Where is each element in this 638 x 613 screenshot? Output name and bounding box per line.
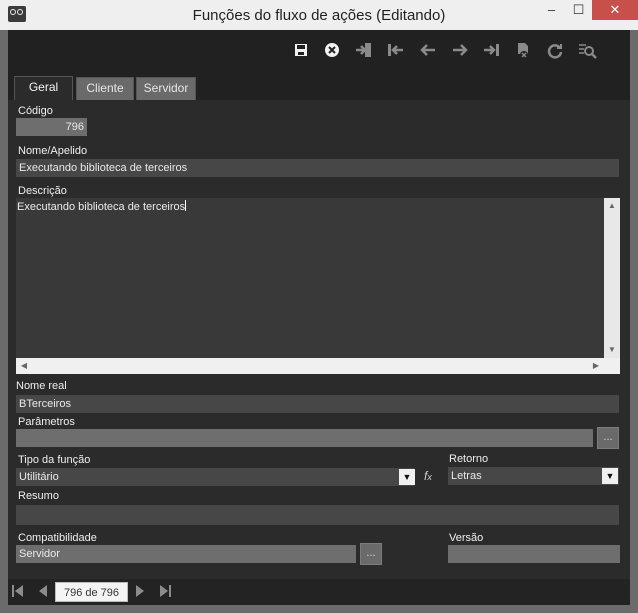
descricao-text: Executando biblioteca de terceiros	[17, 201, 186, 213]
nav-next-icon[interactable]	[132, 584, 148, 600]
tipo-funcao-dropdown-icon[interactable]: ▼	[399, 469, 415, 485]
scroll-down-icon[interactable]: ▼	[604, 342, 620, 358]
refresh-icon[interactable]	[545, 42, 565, 62]
title-bar: Funções do fluxo de ações (Editando) – ☐…	[0, 0, 638, 30]
import-icon[interactable]	[354, 42, 374, 62]
descricao-label: Descrição	[18, 185, 67, 197]
tab-servidor[interactable]: Servidor	[136, 77, 196, 100]
scroll-corner	[604, 358, 620, 374]
next-icon[interactable]	[450, 42, 470, 62]
retorno-dropdown-icon[interactable]: ▼	[602, 468, 618, 484]
scroll-up-icon[interactable]: ▲	[604, 198, 620, 214]
nome-real-field[interactable]: BTerceiros	[16, 395, 619, 413]
horizontal-scrollbar[interactable]: ◀ ▶	[16, 358, 604, 374]
tab-geral[interactable]: Geral	[14, 76, 73, 100]
compatibilidade-browse-button[interactable]: ...	[360, 543, 382, 565]
record-position[interactable]: 796 de 796	[55, 582, 128, 602]
app-window: Funções do fluxo de ações (Editando) – ☐…	[0, 0, 638, 613]
nav-previous-icon[interactable]	[35, 584, 51, 600]
maximize-button[interactable]: ☐	[565, 0, 592, 20]
parametros-label: Parâmetros	[18, 416, 75, 428]
vertical-scrollbar[interactable]: ▲ ▼	[604, 198, 620, 358]
previous-icon[interactable]	[418, 42, 438, 62]
versao-label: Versão	[449, 532, 484, 544]
save-icon[interactable]	[291, 42, 311, 62]
delete-icon[interactable]	[513, 42, 533, 62]
text-caret	[185, 200, 187, 211]
versao-field[interactable]	[448, 545, 620, 563]
retorno-select[interactable]: Letras	[448, 467, 619, 485]
retorno-label: Retorno	[449, 453, 489, 465]
function-icon[interactable]: fx	[424, 469, 432, 483]
compatibilidade-label: Compatibilidade	[18, 532, 97, 544]
cancel-icon[interactable]	[322, 42, 342, 62]
toolbar	[8, 30, 630, 74]
last-record-icon[interactable]	[481, 42, 501, 62]
tab-bar: Geral Cliente Servidor	[8, 74, 630, 100]
scroll-left-icon[interactable]: ◀	[16, 358, 32, 374]
scroll-right-icon[interactable]: ▶	[588, 358, 604, 374]
nav-first-icon[interactable]	[10, 584, 26, 600]
codigo-field[interactable]: 796	[16, 118, 87, 136]
tipo-funcao-label: Tipo da função	[18, 454, 91, 466]
record-navigator: 796 de 796	[8, 579, 630, 605]
codigo-label: Código	[18, 105, 53, 117]
nome-real-label: Nome real	[16, 380, 67, 392]
parametros-browse-button[interactable]: ...	[597, 427, 619, 449]
parametros-field[interactable]	[16, 429, 593, 447]
nome-label: Nome/Apelido	[18, 145, 88, 157]
tipo-funcao-select[interactable]: Utilitário	[16, 468, 414, 486]
tab-cliente[interactable]: Cliente	[76, 77, 134, 100]
form-client-area: Geral Cliente Servidor Código 796 Nome/A…	[8, 30, 630, 605]
nav-last-icon[interactable]	[157, 584, 173, 600]
first-record-icon[interactable]	[386, 42, 406, 62]
resumo-field[interactable]	[16, 505, 619, 525]
resumo-label: Resumo	[18, 490, 59, 502]
nome-field[interactable]: Executando biblioteca de terceiros	[16, 159, 619, 177]
close-button[interactable]: ✕	[592, 0, 638, 20]
minimize-button[interactable]: –	[538, 0, 565, 20]
search-icon[interactable]	[577, 42, 597, 62]
descricao-textarea[interactable]: Executando biblioteca de terceiros	[16, 198, 604, 358]
compatibilidade-field[interactable]: Servidor	[16, 545, 356, 563]
